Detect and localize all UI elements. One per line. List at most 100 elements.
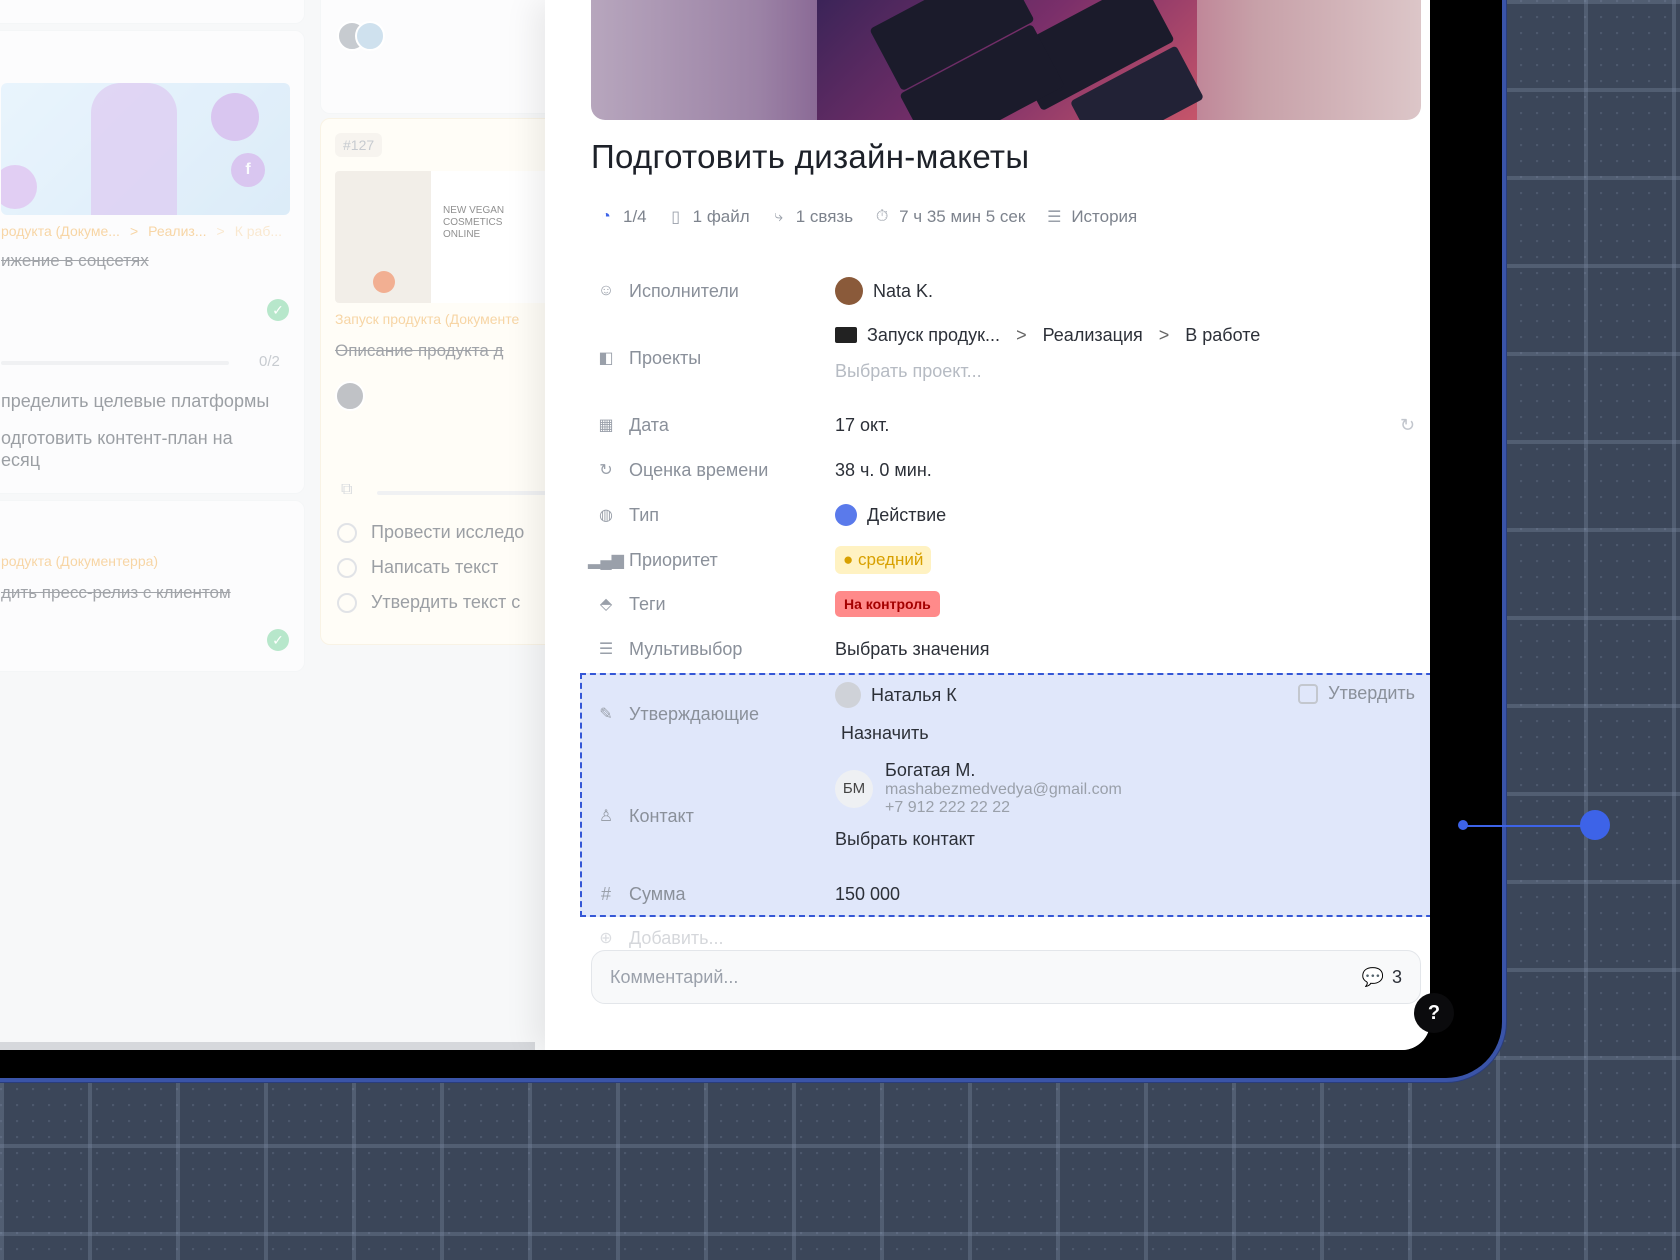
task-detail-panel: Подготовить дизайн-макеты ◔ 1/4 ▯ 1 файл ⤷… — [545, 0, 1430, 1050]
project-icon: ◧ — [598, 350, 614, 367]
assignee-icon: ☺ — [597, 282, 615, 299]
hash-icon: # — [600, 883, 611, 904]
field-label: Тип — [629, 504, 660, 525]
choose-contact-link[interactable]: Выбрать контакт — [835, 829, 1122, 850]
assign-approver-link[interactable]: Назначить — [841, 723, 1415, 744]
project-status[interactable]: В работе — [1185, 325, 1260, 346]
field-label: Оценка времени — [629, 459, 769, 480]
avatar — [835, 277, 863, 305]
device-frame: f родукта (Докуме... > Реализ... > К раб… — [0, 0, 1502, 1078]
priority-value: средний — [858, 550, 924, 569]
field-label: Мультивыбор — [629, 638, 743, 659]
field-label: Сумма — [629, 883, 686, 904]
sum-value[interactable]: 150 000 — [835, 884, 900, 905]
add-field-label: Добавить... — [629, 927, 724, 948]
checkbox-icon — [1298, 683, 1319, 704]
assignee-chip[interactable]: Nata K. — [835, 277, 933, 305]
files-label: 1 файл — [692, 207, 750, 226]
timer-counter[interactable]: ⏱ 7 ч 35 мин 5 сек — [871, 206, 1026, 228]
file-icon: ▯ — [671, 209, 681, 226]
approve-label: Утвердить — [1328, 683, 1415, 703]
stopwatch-icon: ⏱ — [875, 208, 889, 225]
contact-email[interactable]: mashabezmedvedya@gmail.com — [885, 781, 1122, 799]
multiselect-value[interactable]: Выбрать значения — [835, 639, 989, 660]
subtasks-label: 1/4 — [623, 207, 647, 226]
project-stage[interactable]: Реализация — [1043, 325, 1143, 346]
field-priority: ▂▄▆ Приоритет ● средний — [588, 540, 1415, 580]
comment-placeholder: Комментарий... — [610, 966, 739, 987]
tag-icon: ⬘ — [599, 596, 613, 613]
signal-bars-icon: ▂▄▆ — [588, 552, 624, 569]
priority-badge[interactable]: ● средний — [835, 546, 932, 574]
annotation-connector-line — [1462, 825, 1594, 827]
task-title[interactable]: Подготовить дизайн-макеты — [591, 138, 1029, 176]
help-button[interactable]: ? — [1414, 993, 1454, 1033]
kanban-board: f родукта (Докуме... > Реализ... > К раб… — [0, 0, 577, 1050]
laptop-icon — [835, 327, 857, 343]
field-label: Контакт — [629, 805, 694, 826]
contact-avatar: БМ — [835, 769, 873, 808]
list-icon: ☰ — [1047, 209, 1062, 226]
field-contact: ♙ Контакт БМ Богатая М. mashabezmedvedya@… — [595, 760, 1415, 870]
field-date: ▦ Дата 17 окт. ↻ — [595, 405, 1415, 445]
approve-checkbox[interactable]: Утвердить — [1298, 683, 1415, 704]
field-label: Дата — [629, 414, 669, 435]
list-icon: ☰ — [598, 641, 614, 658]
type-chip[interactable]: Действие — [835, 504, 946, 526]
field-label: Теги — [629, 593, 666, 614]
user-icon: ♙ — [598, 808, 614, 825]
tag-badge[interactable]: На контроль — [835, 591, 940, 617]
contact-name: Богатая М. — [885, 760, 976, 780]
links-counter[interactable]: ⤷ 1 связь — [768, 206, 853, 228]
field-approvers: ✎ Утверждающие Наталья К Назначить Утверд… — [595, 675, 1415, 755]
calendar-icon: ▦ — [598, 417, 614, 434]
type-icon: ◍ — [599, 507, 613, 524]
task-meta-bar: ◔ 1/4 ▯ 1 файл ⤷ 1 связь ⏱ 7 ч 35 мин 5 сек … — [595, 206, 1137, 228]
project-path[interactable]: Запуск продук... > Реализация > В работе — [835, 315, 1260, 355]
field-label: Приоритет — [629, 549, 718, 570]
comment-count: 3 — [1391, 966, 1402, 987]
horizontal-scrollbar[interactable] — [0, 1042, 535, 1050]
project-name[interactable]: Запуск продук... — [867, 325, 1000, 346]
plus-circle-icon: ⊕ — [599, 930, 613, 947]
chat-icon: 💬 — [1361, 966, 1384, 987]
field-label: Утверждающие — [629, 703, 759, 724]
estimate-value[interactable]: 38 ч. 0 мин. — [835, 460, 932, 481]
date-value[interactable]: 17 окт. — [835, 415, 889, 436]
files-counter[interactable]: ▯ 1 файл — [665, 206, 750, 228]
pen-icon: ✎ — [599, 706, 613, 723]
field-sum: # Сумма 150 000 — [595, 874, 1415, 914]
history-link[interactable]: ☰ История — [1043, 206, 1137, 228]
field-type: ◍ Тип Действие — [595, 495, 1415, 535]
repeat-icon[interactable]: ↻ — [1400, 415, 1415, 436]
comment-input[interactable]: Комментарий... 💬 3 — [591, 950, 1421, 1004]
field-label: Проекты — [629, 347, 702, 368]
field-projects: ◧ Проекты Запуск продук... > Реализация >… — [595, 315, 1415, 405]
field-label: Исполнители — [629, 280, 739, 301]
subtasks-counter[interactable]: ◔ 1/4 — [595, 206, 647, 228]
timer-label: 7 ч 35 мин 5 сек — [899, 207, 1026, 226]
chevron-right-icon: > — [1158, 324, 1170, 345]
board-overlay — [0, 0, 545, 1050]
task-cover-image[interactable] — [591, 0, 1421, 120]
link-icon: ⤷ — [774, 208, 784, 225]
contact-phone[interactable]: +7 912 222 22 22 — [885, 799, 1122, 817]
history-label: История — [1071, 207, 1138, 226]
assignee-name: Nata K. — [873, 280, 934, 301]
app-screen: f родукта (Докуме... > Реализ... > К раб… — [0, 0, 1430, 1050]
contact-card[interactable]: БМ Богатая М. mashabezmedvedya@gmail.com… — [835, 760, 1122, 817]
comments-counter[interactable]: 💬 3 — [1362, 967, 1402, 988]
field-assignees: ☺ Исполнители Nata K. — [595, 271, 1415, 311]
progress-ring-icon: ◔ — [601, 208, 611, 225]
links-label: 1 связь — [795, 207, 854, 226]
type-value: Действие — [867, 504, 947, 525]
approver-name: Наталья К — [871, 684, 957, 705]
avatar — [835, 682, 861, 708]
chevron-right-icon: > — [1016, 324, 1027, 345]
field-multiselect: ☰ Мультивыбор Выбрать значения — [595, 629, 1415, 669]
action-type-icon — [835, 504, 857, 526]
field-estimate: ↻ Оценка времени 38 ч. 0 мин. — [595, 450, 1415, 490]
field-tags: ⬘ Теги На контроль — [595, 584, 1415, 624]
annotation-handle-dot[interactable] — [1580, 810, 1610, 840]
choose-project-link[interactable]: Выбрать проект... — [835, 361, 1260, 382]
